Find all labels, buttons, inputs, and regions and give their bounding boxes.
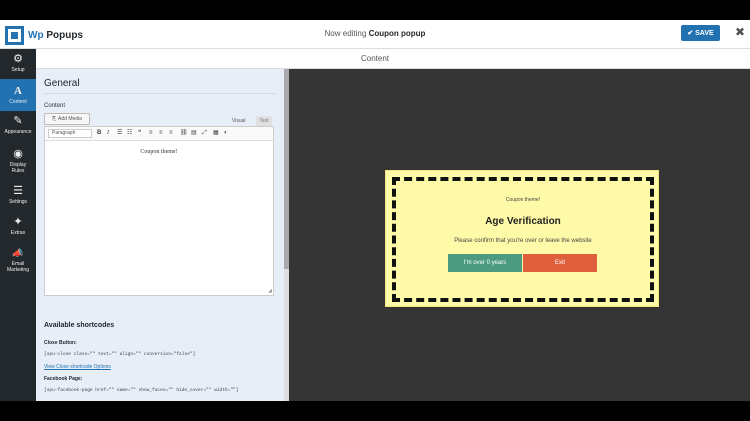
read-more-icon[interactable]: ▤: [191, 130, 197, 137]
sidebar-item-label: Settings: [8, 199, 28, 205]
magic-wand-icon: ✦: [13, 216, 23, 228]
italic-icon[interactable]: I: [107, 130, 109, 137]
eye-icon: ◉: [13, 148, 23, 160]
settings-panel: General Content ⎘ Add Media Visual Text …: [36, 69, 284, 401]
sidebar-item-label: Extras: [10, 230, 26, 236]
tab-text[interactable]: Text: [256, 116, 272, 126]
text-a-icon: A: [14, 85, 22, 97]
sidebar: ⚙ Setup A Content ✎ Appearance ◉ Display…: [0, 49, 36, 401]
sidebar-item-label: Setup: [11, 67, 25, 73]
panel-title: General: [44, 78, 80, 89]
bold-icon[interactable]: B: [97, 130, 101, 137]
close-options-link[interactable]: View Close shortcode Options: [44, 364, 111, 370]
add-media-button[interactable]: ⎘ Add Media: [44, 113, 90, 125]
add-media-label: Add Media: [58, 116, 82, 122]
editing-popup-name: Coupon popup: [368, 29, 426, 38]
top-header: Wp Popups Now editing Coupon popup ✔ SAV…: [0, 20, 750, 49]
save-button[interactable]: ✔ SAVE: [681, 25, 720, 41]
numbered-list-icon[interactable]: ☷: [127, 130, 132, 137]
editor-toolbar: Paragraph B I ☰ ☷ ❝ ≡ ≡ ≡ ⛓ ▤ ⤢ ▦ ◐: [45, 127, 273, 141]
content-label: Content: [44, 103, 66, 109]
megaphone-icon: 📣: [12, 248, 24, 258]
confirm-age-button[interactable]: I'm over 0 years: [448, 254, 522, 272]
facebook-shortcode: [spu-facebook-page href="" name="" show_…: [44, 388, 239, 393]
toolbar-toggle-icon[interactable]: ▦: [213, 130, 219, 137]
color-icon[interactable]: ◐: [224, 130, 228, 137]
media-icon: ⎘: [52, 116, 57, 122]
sidebar-item-content[interactable]: A Content: [0, 79, 36, 111]
preview-header: Content: [0, 49, 750, 69]
paragraph-format-select[interactable]: Paragraph: [48, 129, 92, 138]
editing-title: Now editing Coupon popup: [0, 29, 750, 38]
sidebar-item-appearance[interactable]: ✎ Appearance: [0, 115, 36, 139]
letterbox-bottom: [0, 401, 750, 421]
fullscreen-icon[interactable]: ⤢: [202, 130, 207, 137]
sidebar-item-label: Email Marketing: [7, 261, 29, 273]
facebook-heading: Facebook Page:: [44, 376, 83, 382]
resize-grip-icon[interactable]: ◢: [268, 288, 272, 294]
editing-prefix: Now editing: [324, 29, 367, 38]
popup-heading: Age Verification: [485, 216, 561, 227]
divider: [44, 93, 276, 94]
sidebar-item-display-rules[interactable]: ◉ Display Rules: [0, 148, 36, 178]
shortcodes-title: Available shortcodes: [44, 322, 115, 329]
link-icon[interactable]: ⛓: [180, 130, 188, 137]
popup-small-title: Coupon theme!: [505, 197, 541, 203]
app-window: Wp Popups Now editing Coupon popup ✔ SAV…: [0, 20, 750, 401]
sidebar-item-extras[interactable]: ✦ Extras: [0, 216, 36, 240]
align-left-icon[interactable]: ≡: [149, 130, 153, 137]
close-button-shortcode: [spu-close class="" text="" align="" con…: [44, 352, 196, 357]
popup-preview-area: Coupon theme! Age Verification Please co…: [289, 69, 750, 401]
blockquote-icon[interactable]: ❝: [138, 130, 141, 137]
exit-button[interactable]: Exit: [523, 254, 597, 272]
sidebar-item-label: Appearance: [4, 129, 32, 135]
tab-visual[interactable]: Visual: [232, 118, 246, 124]
align-center-icon[interactable]: ≡: [159, 130, 163, 137]
brush-icon: ✎: [13, 115, 23, 127]
editor-content-text: Coupon theme!: [140, 149, 178, 155]
align-right-icon[interactable]: ≡: [169, 130, 173, 137]
sliders-icon: ☰: [13, 185, 23, 197]
popup-box: Coupon theme! Age Verification Please co…: [385, 170, 659, 307]
sidebar-item-label: Display Rules: [9, 162, 27, 174]
bullet-list-icon[interactable]: ☰: [117, 130, 122, 137]
sidebar-item-settings[interactable]: ☰ Settings: [0, 185, 36, 209]
gear-icon: ⚙: [13, 53, 23, 65]
content-editor[interactable]: Paragraph B I ☰ ☷ ❝ ≡ ≡ ≡ ⛓ ▤ ⤢ ▦ ◐ Coup…: [44, 126, 274, 296]
preview-header-title: Content: [360, 54, 390, 63]
close-icon[interactable]: ✖: [735, 25, 745, 39]
popup-message: Please confirm that you're over or leave…: [454, 238, 592, 244]
sidebar-item-label: Content: [9, 99, 27, 105]
close-button-heading: Close Button:: [44, 340, 77, 346]
sidebar-item-setup[interactable]: ⚙ Setup: [0, 53, 36, 77]
sidebar-item-email-marketing[interactable]: 📣 Email Marketing: [0, 247, 36, 279]
letterbox-top: [0, 0, 750, 20]
